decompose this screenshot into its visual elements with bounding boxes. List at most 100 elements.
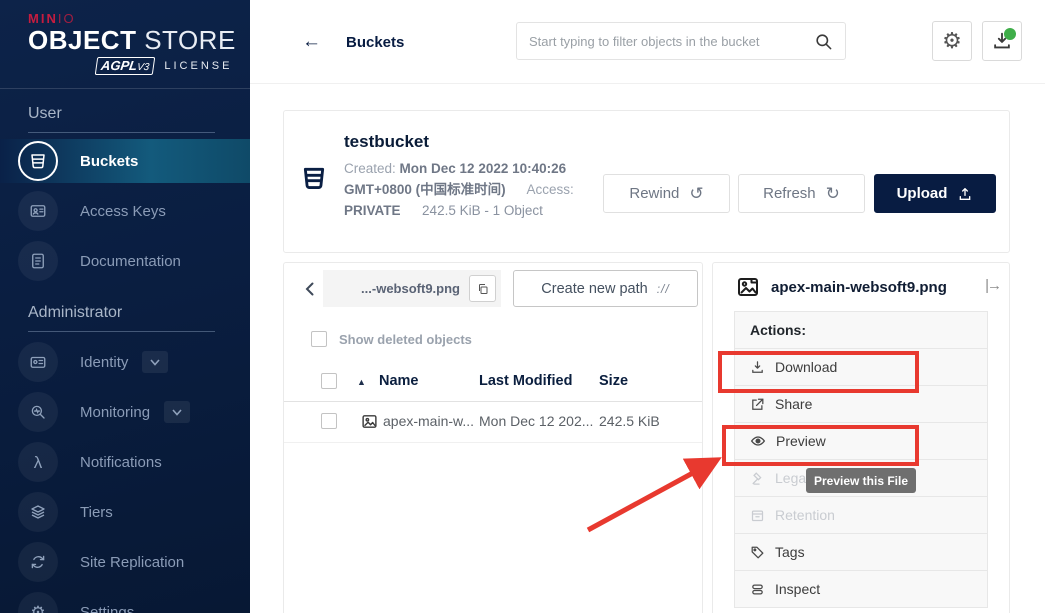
section-label-user: User: [28, 105, 222, 123]
column-header-last-modified[interactable]: Last Modified: [479, 373, 572, 389]
path-icon: ://: [657, 282, 670, 296]
license-row: AGPLV3 LICENSE: [96, 57, 250, 75]
sidebar-item-label: Tiers: [80, 504, 113, 521]
collapse-panel-icon[interactable]: |→: [985, 277, 1000, 294]
current-path: ...-websoft9.png: [361, 281, 460, 296]
share-icon: [750, 397, 765, 412]
create-new-path-button[interactable]: Create new path ://: [513, 270, 698, 307]
lambda-glyph: λ: [34, 454, 43, 471]
sidebar-item-notifications[interactable]: λ Notifications: [0, 440, 250, 484]
sidebar-item-label: Monitoring: [80, 404, 150, 421]
upload-button[interactable]: Upload: [874, 174, 996, 213]
sidebar-item-identity[interactable]: Identity: [0, 340, 250, 384]
action-download[interactable]: Download: [735, 349, 987, 386]
rewind-button[interactable]: Rewind ↺: [603, 174, 730, 213]
sidebar-item-label: Documentation: [80, 253, 181, 270]
product-wordmark-bold: OBJECT: [28, 25, 136, 55]
action-preview[interactable]: Preview: [735, 423, 987, 460]
preview-tooltip: Preview this File: [806, 468, 916, 493]
chevron-left-icon[interactable]: [298, 271, 320, 307]
sidebar-item-settings[interactable]: ⚙ Settings: [0, 590, 250, 613]
action-label: Retention: [775, 507, 835, 523]
gear-icon: ⚙: [18, 592, 58, 613]
download-icon: [750, 360, 765, 375]
table-header: ▲ Name Last Modified Size: [284, 365, 702, 402]
sidebar-item-tiers[interactable]: Tiers: [0, 490, 250, 534]
table-row[interactable]: apex-main-w... Mon Dec 12 202... 242.5 K…: [284, 402, 702, 443]
sidebar-item-monitoring[interactable]: Monitoring: [0, 390, 250, 434]
layers-icon: [18, 492, 58, 532]
actions-list: Actions: Download Share Preview: [734, 311, 988, 608]
gear-icon: ⚙: [942, 28, 962, 54]
actions-title: Actions:: [735, 312, 987, 349]
show-deleted-row: Show deleted objects: [311, 331, 472, 347]
object-modified: Mon Dec 12 202...: [479, 413, 593, 429]
action-inspect[interactable]: Inspect: [735, 571, 987, 608]
back-label: Buckets: [346, 34, 404, 51]
rewind-label: Rewind: [629, 185, 679, 202]
column-header-size[interactable]: Size: [599, 373, 628, 389]
back-to-buckets-link[interactable]: ← Buckets: [302, 31, 404, 53]
rewind-icon: ↺: [689, 184, 703, 204]
id-card-icon: [18, 191, 58, 231]
show-deleted-checkbox[interactable]: [311, 331, 327, 347]
refresh-button[interactable]: Refresh ↻: [738, 174, 865, 213]
bucket-size-summary: 242.5 KiB - 1 Object: [422, 203, 543, 218]
sync-icon: [18, 542, 58, 582]
action-share[interactable]: Share: [735, 386, 987, 423]
details-filename: apex-main-websoft9.png: [771, 279, 947, 296]
object-details-header: apex-main-websoft9.png |→: [713, 263, 1009, 311]
sidebar-item-label: Buckets: [80, 153, 138, 170]
object-name: apex-main-w...: [383, 413, 474, 429]
action-label: Tags: [775, 544, 805, 560]
topbar: ← Buckets ⚙: [250, 0, 1045, 84]
sidebar-item-documentation[interactable]: Documentation: [0, 239, 250, 283]
image-file-icon: [736, 275, 760, 299]
action-tags[interactable]: Tags: [735, 534, 987, 571]
sidebar-item-site-replication[interactable]: Site Replication: [0, 540, 250, 584]
object-manager-button[interactable]: [982, 21, 1022, 61]
action-label: Download: [775, 359, 837, 375]
minio-logo: MINIO OBJECT STORE AGPLV3 LICENSE: [0, 0, 250, 75]
action-retention: Retention: [735, 497, 987, 534]
notification-badge: [1004, 28, 1016, 40]
agpl-badge-text: AGPL: [100, 58, 138, 73]
settings-button[interactable]: ⚙: [932, 21, 972, 61]
sidebar-item-label: Access Keys: [80, 203, 166, 220]
sidebar-item-label: Notifications: [80, 454, 162, 471]
sidebar-item-buckets[interactable]: Buckets: [0, 139, 250, 183]
minio-wordmark-bold: MIN: [28, 11, 58, 26]
search-input[interactable]: [529, 34, 814, 49]
sidebar: MINIO OBJECT STORE AGPLV3 LICENSE User B…: [0, 0, 250, 613]
select-all-checkbox[interactable]: [321, 373, 337, 389]
chevron-down-icon[interactable]: [142, 351, 168, 373]
show-deleted-label: Show deleted objects: [339, 332, 472, 347]
access-label: Access:: [526, 182, 573, 197]
copy-path-button[interactable]: [469, 275, 496, 302]
product-wordmark-light: STORE: [144, 25, 236, 55]
object-details-panel: apex-main-websoft9.png |→ Actions: Downl…: [712, 262, 1010, 613]
sidebar-item-label: Site Replication: [80, 554, 184, 571]
bucket-icon: [18, 141, 58, 181]
product-wordmark: OBJECT STORE: [28, 27, 250, 54]
column-header-name[interactable]: Name: [379, 373, 419, 389]
sort-asc-icon: ▲: [357, 377, 366, 387]
agpl-badge-version: V3: [136, 62, 150, 73]
sidebar-item-label: Settings: [80, 604, 134, 613]
action-label: Preview: [776, 433, 826, 449]
identity-icon: [18, 342, 58, 382]
current-path-bar: ...-websoft9.png: [323, 270, 501, 307]
chevron-down-icon[interactable]: [164, 401, 190, 423]
object-size: 242.5 KiB: [599, 413, 660, 429]
action-label: Inspect: [775, 581, 820, 597]
refresh-icon: ↻: [826, 184, 840, 204]
sidebar-item-access-keys[interactable]: Access Keys: [0, 189, 250, 233]
license-label: LICENSE: [164, 60, 232, 72]
create-path-label: Create new path: [541, 281, 647, 297]
section-divider: [28, 132, 215, 133]
row-checkbox[interactable]: [321, 413, 337, 429]
back-arrow-icon: ←: [302, 31, 321, 53]
object-browser-panel: ...-websoft9.png Create new path :// Sho…: [283, 262, 703, 613]
tag-icon: [750, 545, 765, 560]
search-icon: [814, 32, 833, 51]
